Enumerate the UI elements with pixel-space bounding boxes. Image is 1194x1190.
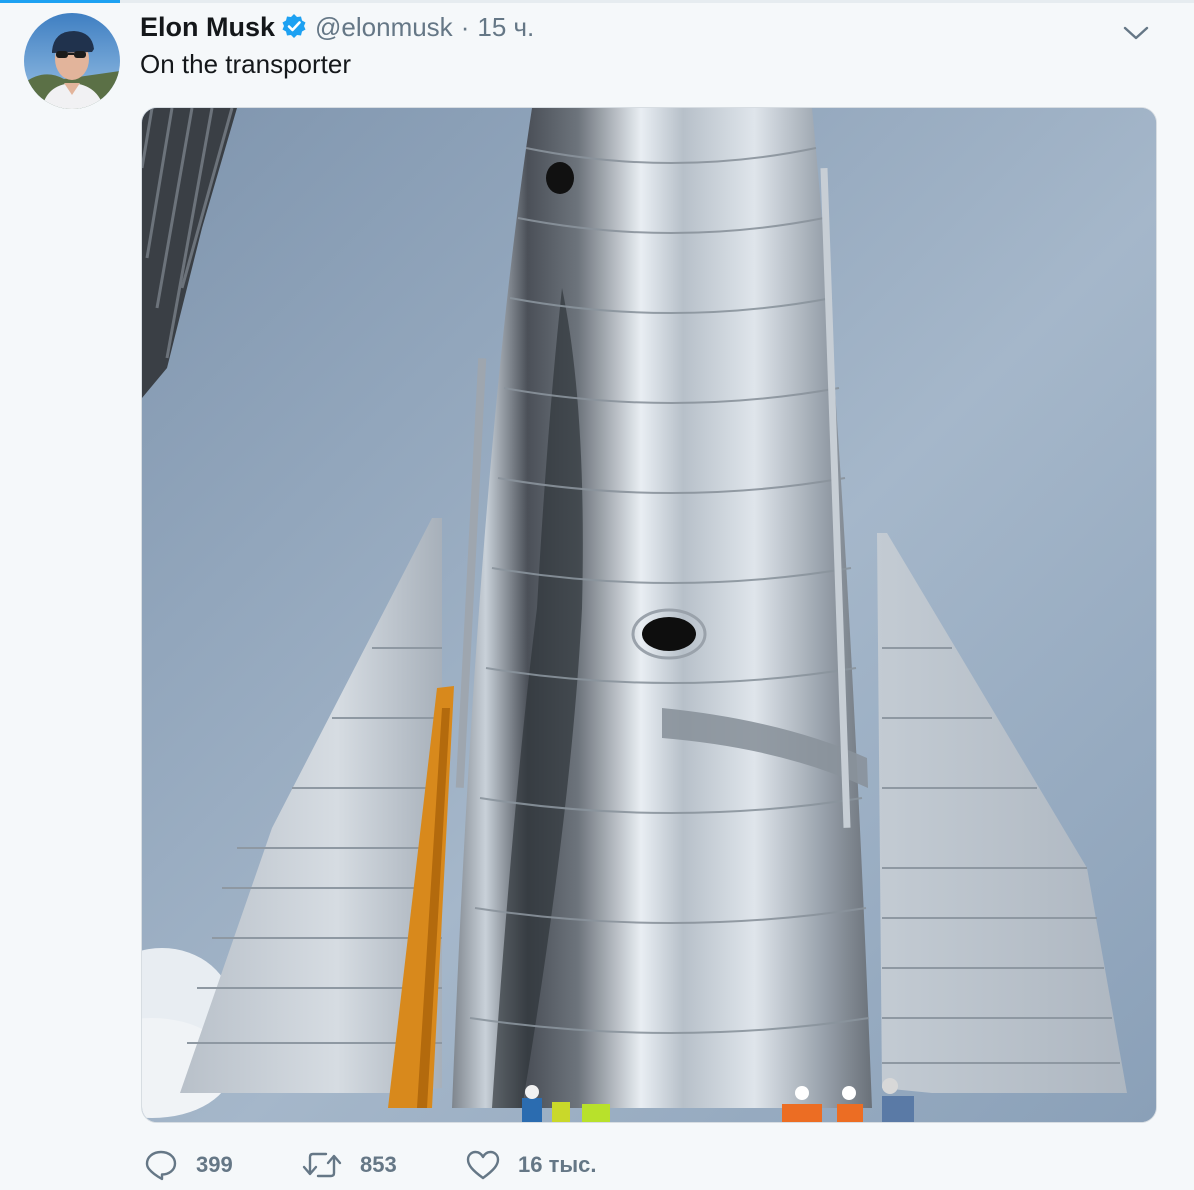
starship-photo-image	[142, 108, 1156, 1122]
tweet[interactable]: Elon Musk @elonmusk · 15 ч. On the trans…	[0, 3, 1194, 1190]
tweet-actions: 399 853 16 тыс.	[140, 1145, 1040, 1185]
tweet-timestamp[interactable]: 15 ч.	[477, 12, 534, 43]
tweet-photo[interactable]	[141, 107, 1157, 1123]
separator-dot: ·	[460, 11, 470, 42]
like-button[interactable]: 16 тыс.	[466, 1145, 597, 1185]
speech-bubble-icon	[145, 1150, 177, 1181]
reply-count: 399	[196, 1152, 233, 1177]
retweet-arrows-icon	[302, 1152, 342, 1178]
more-options-button[interactable]	[1120, 17, 1152, 49]
reply-button[interactable]: 399	[144, 1145, 233, 1185]
author-name[interactable]: Elon Musk	[140, 12, 275, 43]
chevron-down-icon	[1123, 26, 1149, 40]
retweet-count: 853	[360, 1152, 397, 1177]
retweet-button[interactable]: 853	[302, 1145, 397, 1185]
verified-badge-icon	[281, 13, 307, 39]
tweet-text: On the transporter	[140, 49, 351, 79]
like-count: 16 тыс.	[518, 1152, 597, 1177]
tweet-header: Elon Musk @elonmusk · 15 ч.	[140, 9, 534, 45]
avatar[interactable]	[24, 13, 120, 109]
heart-icon	[466, 1150, 500, 1180]
author-handle[interactable]: @elonmusk	[315, 12, 453, 43]
